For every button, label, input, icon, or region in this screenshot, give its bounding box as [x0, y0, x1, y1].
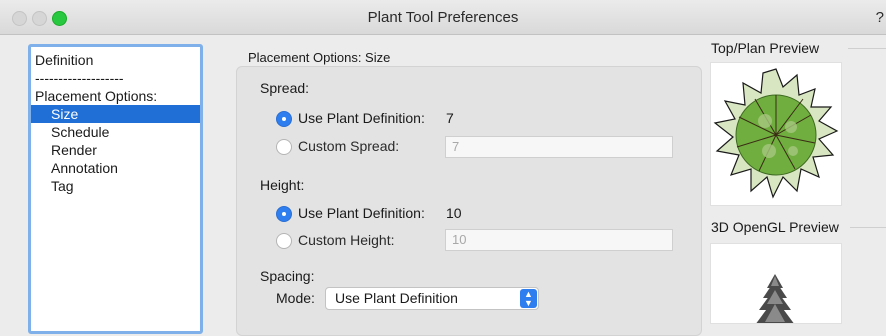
nav-item-size[interactable]: Size [31, 105, 200, 123]
custom-height-input[interactable]: 10 [445, 229, 673, 251]
help-icon[interactable]: ? [876, 9, 884, 26]
spacing-mode-value: Use Plant Definition [335, 290, 458, 306]
mode-label: Mode: [276, 290, 315, 306]
height-use-definition-radio[interactable] [276, 206, 292, 222]
nav-item-schedule[interactable]: Schedule [31, 123, 200, 141]
spacing-mode-select[interactable]: Use Plant Definition ▲ ▼ [325, 287, 539, 310]
title-bar: Plant Tool Preferences ? [0, 0, 886, 35]
custom-height-radio[interactable] [276, 233, 292, 249]
height-definition-value: 10 [446, 205, 462, 221]
custom-spread-label[interactable]: Custom Spread: [298, 138, 399, 154]
custom-height-label[interactable]: Custom Height: [298, 232, 394, 248]
category-list[interactable]: Definition ------------------- Placement… [28, 44, 203, 334]
top-plan-preview [710, 62, 842, 206]
spread-heading: Spread: [260, 80, 310, 96]
divider [848, 48, 886, 49]
nav-separator: ------------------- [35, 70, 124, 86]
nav-item-placement-options[interactable]: Placement Options: [31, 87, 200, 105]
nav-item-definition[interactable]: Definition [31, 51, 200, 69]
plant-plan-symbol-icon [713, 68, 839, 199]
nav-item-render[interactable]: Render [31, 141, 200, 159]
chevron-updown-icon: ▲ ▼ [520, 289, 537, 308]
evergreen-tree-icon [756, 274, 794, 323]
nav-item-tag[interactable]: Tag [31, 177, 200, 195]
nav-item-annotation[interactable]: Annotation [31, 159, 200, 177]
divider [850, 227, 886, 228]
top-plan-preview-title: Top/Plan Preview [711, 40, 820, 56]
spacing-heading: Spacing: [260, 268, 315, 284]
spread-use-definition-label[interactable]: Use Plant Definition: [298, 110, 425, 126]
opengl-preview [710, 243, 842, 324]
custom-spread-input[interactable]: 7 [445, 136, 673, 158]
height-heading: Height: [260, 177, 305, 193]
opengl-preview-title: 3D OpenGL Preview [711, 219, 839, 235]
custom-spread-radio[interactable] [276, 139, 292, 155]
height-use-definition-label[interactable]: Use Plant Definition: [298, 205, 425, 221]
section-title: Placement Options: Size [248, 50, 391, 65]
spread-use-definition-radio[interactable] [276, 111, 292, 127]
spread-definition-value: 7 [446, 110, 454, 126]
window-title: Plant Tool Preferences [367, 9, 519, 26]
